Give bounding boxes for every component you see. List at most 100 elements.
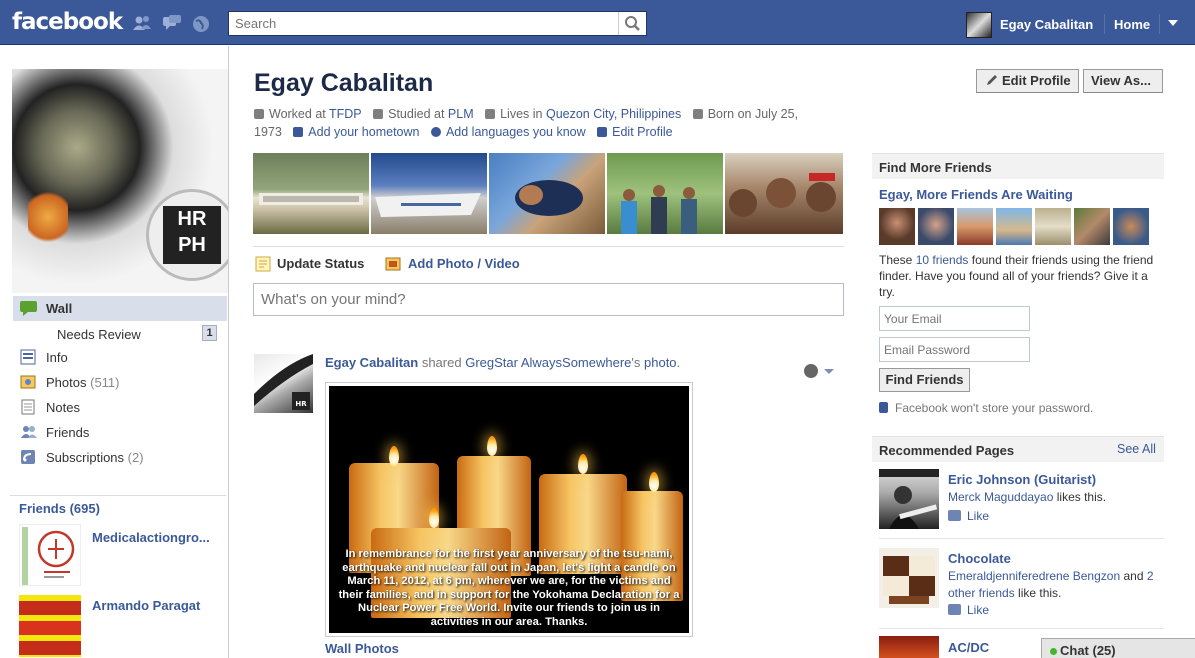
messages-icon[interactable] xyxy=(163,15,181,31)
profile-photo-strip-item[interactable] xyxy=(253,153,369,234)
sidebar-item-label-wrap: Photos (511) xyxy=(46,375,120,390)
likes-text: like this. xyxy=(1018,586,1062,600)
liker-link[interactable]: Emeraldjenniferedrene Bengzon xyxy=(948,569,1120,583)
friend-finder-thumbnail[interactable] xyxy=(918,208,954,245)
sidebar-item-label: Wall xyxy=(46,301,73,316)
work-icon xyxy=(254,109,264,119)
edit-profile-link[interactable]: Edit Profile xyxy=(612,125,672,139)
find-friends-subheading[interactable]: Egay, More Friends Are Waiting xyxy=(879,187,1073,202)
status-input[interactable] xyxy=(254,284,843,315)
profile-photo-strip-item[interactable] xyxy=(607,153,723,234)
sidebar-item-subscriptions[interactable]: Subscriptions (2) xyxy=(13,445,227,470)
profile-photo-strip-item[interactable] xyxy=(725,153,843,234)
image-caption: In remembrance for the first year annive… xyxy=(338,548,680,628)
email-password-field[interactable] xyxy=(879,337,1030,362)
edit-profile-button[interactable]: Edit Profile xyxy=(976,69,1079,93)
sidebar-item-wall[interactable]: Wall xyxy=(13,296,227,321)
story-photo-link[interactable]: photo xyxy=(644,355,677,370)
recommended-page-thumbnail[interactable] xyxy=(879,548,939,608)
sidebar-item-friends[interactable]: Friends xyxy=(13,420,227,445)
friends-heading[interactable]: Friends (695) xyxy=(19,501,100,516)
recommended-page-name[interactable]: AC/DC xyxy=(948,640,989,655)
recommended-page-thumbnail[interactable] xyxy=(879,469,939,529)
find-friends-button[interactable]: Find Friends xyxy=(879,368,970,392)
story-source-link[interactable]: GregStar AlwaysSomewhere xyxy=(465,355,631,370)
studied-prefix: Studied at xyxy=(388,107,445,121)
friend-requests-icon[interactable] xyxy=(133,15,151,31)
sidebar-item-label-wrap: Subscriptions (2) xyxy=(46,450,144,465)
notifications-globe-icon[interactable] xyxy=(192,15,210,32)
story-author-avatar[interactable]: HR xyxy=(254,354,313,413)
like-button[interactable]: Like xyxy=(948,603,989,617)
story-author-link[interactable]: Egay Cabalitan xyxy=(325,355,418,370)
status-composer[interactable] xyxy=(253,283,844,316)
add-photo-video-tab[interactable]: Add Photo / Video xyxy=(408,256,520,271)
recommended-page-name[interactable]: Chocolate xyxy=(948,551,1011,566)
worked-at-link[interactable]: TFDP xyxy=(329,107,362,121)
candle-flame xyxy=(578,454,588,474)
user-name-link[interactable]: Egay Cabalitan xyxy=(1000,17,1093,32)
friend-finder-thumbnail[interactable] xyxy=(957,208,993,245)
wall-icon xyxy=(20,300,37,316)
add-languages-link[interactable]: Add languages you know xyxy=(446,125,586,139)
lives-in-link[interactable]: Quezon City, Philippines xyxy=(546,107,681,121)
sidebar-item-info[interactable]: Info xyxy=(13,345,227,370)
lives-prefix: Lives in xyxy=(500,107,543,121)
user-avatar[interactable] xyxy=(966,12,992,38)
sidebar-item-label: Photos xyxy=(46,375,87,390)
friend-finder-thumbnail[interactable] xyxy=(1035,208,1071,245)
friends-icon xyxy=(20,424,37,440)
friend-name-link[interactable]: Medicalactiongro... xyxy=(92,530,210,545)
sidebar-item-photos[interactable]: Photos (511) xyxy=(13,370,227,395)
home-link[interactable]: Home xyxy=(1114,17,1150,32)
wall-photos-link[interactable]: Wall Photos xyxy=(325,641,399,656)
hr-ph-logo: HR PH xyxy=(146,189,228,281)
shared-photo[interactable]: In remembrance for the first year annive… xyxy=(325,382,693,637)
friend-finder-thumbnail[interactable] xyxy=(1074,208,1110,245)
studied-at-link[interactable]: PLM xyxy=(448,107,474,121)
profile-photo-strip-item[interactable] xyxy=(371,153,487,234)
notes-icon xyxy=(20,399,37,415)
story-options-caret-icon[interactable] xyxy=(824,369,834,374)
thumbs-up-icon xyxy=(948,510,961,521)
candle-flame xyxy=(429,508,439,528)
account-menu-caret-icon[interactable] xyxy=(1168,20,1178,26)
friend-finder-thumbnail[interactable] xyxy=(879,208,915,245)
sidebar-item-notes[interactable]: Notes xyxy=(13,395,227,420)
friend-name-link[interactable]: Armando Paragat xyxy=(92,598,200,613)
recommended-page-social-text: Merck Maguddayao likes this. xyxy=(948,489,1168,506)
recommended-page-name[interactable]: Eric Johnson (Guitarist) xyxy=(948,472,1096,487)
friend-finder-thumbnail[interactable] xyxy=(1113,208,1149,245)
likes-text: likes this. xyxy=(1056,490,1107,504)
search-input[interactable] xyxy=(229,12,619,35)
profile-picture[interactable]: HR PH xyxy=(12,69,228,293)
story-header: Egay Cabalitan shared GregStar AlwaysSom… xyxy=(325,355,680,370)
edit-profile-label: Edit Profile xyxy=(1002,73,1071,88)
worked-prefix: Worked at xyxy=(269,107,326,121)
chat-tab[interactable]: Chat (25) xyxy=(1041,638,1195,658)
flower-decoration xyxy=(28,187,68,247)
email-field[interactable] xyxy=(879,306,1030,331)
liker-link[interactable]: Merck Maguddayao xyxy=(948,490,1053,504)
recommended-page-social-text: Emeraldjenniferedrene Bengzon and 2 othe… xyxy=(948,568,1168,602)
view-as-button[interactable]: View As... xyxy=(1083,69,1163,93)
profile-photo-strip-item[interactable] xyxy=(489,153,605,234)
friend-finder-thumbnail[interactable] xyxy=(996,208,1032,245)
search-button[interactable] xyxy=(618,12,646,35)
friend-thumbnail[interactable] xyxy=(19,524,81,586)
facebook-logo[interactable]: facebook xyxy=(12,9,123,35)
candle-flame xyxy=(649,472,659,492)
recommended-page-thumbnail[interactable] xyxy=(879,636,939,658)
ten-friends-link[interactable]: 10 friends xyxy=(916,253,969,267)
search-box[interactable] xyxy=(228,11,647,36)
sidebar-item-label: Info xyxy=(46,350,68,365)
find-friends-text: These 10 friends found their friends usi… xyxy=(879,252,1164,300)
see-all-link[interactable]: See All xyxy=(1117,442,1156,456)
friend-thumbnail[interactable] xyxy=(19,595,81,657)
like-button[interactable]: Like xyxy=(948,509,989,523)
hr-ph-logo-text: HR PH xyxy=(163,206,221,264)
add-hometown-link[interactable]: Add your hometown xyxy=(308,125,419,139)
update-status-tab[interactable]: Update Status xyxy=(277,256,364,271)
privacy-globe-icon[interactable] xyxy=(804,364,818,378)
sidebar-item-needs-review[interactable]: Needs Review xyxy=(57,327,141,342)
